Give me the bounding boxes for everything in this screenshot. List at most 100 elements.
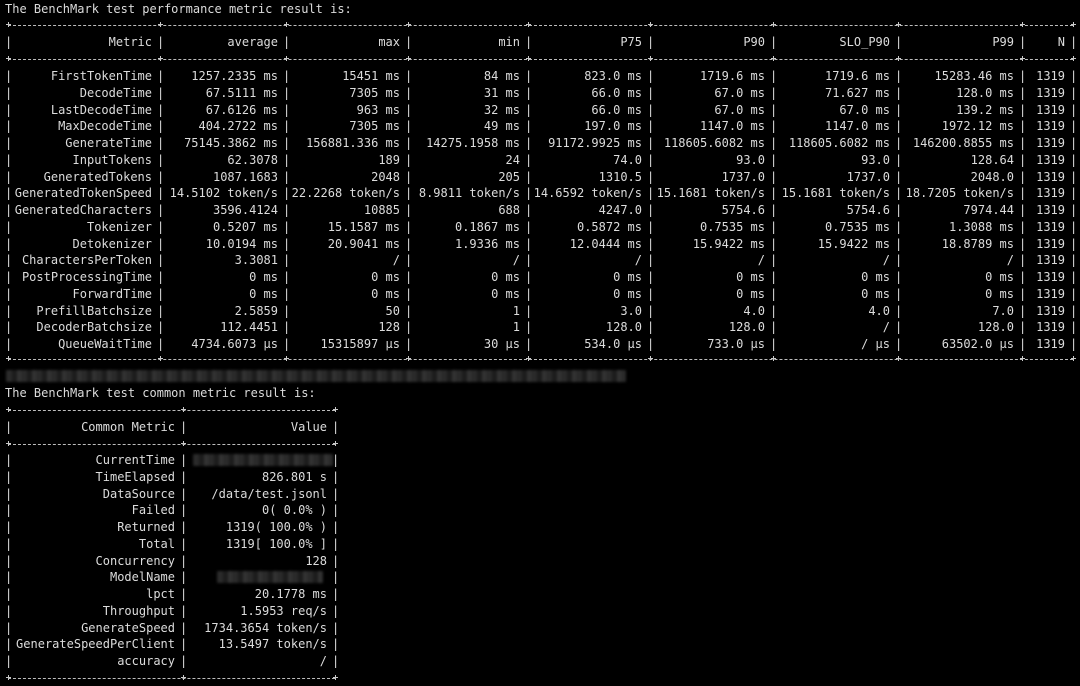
perf-cell: 1319 [1036,219,1065,234]
perf-cell: PrefillBatchsize [36,303,152,318]
perf-cell: 3.3081 [234,253,278,268]
common-border [332,569,339,585]
perf-header-2: max [378,35,400,49]
perf-cell: 20.9041 ms [327,236,400,251]
perf-cell: 0.1867 ms [454,219,520,234]
common-cell: 1319( 100.0% ) [225,520,327,534]
perf-border [1070,135,1077,151]
perf-corner [896,356,901,361]
perf-cell: 1.3088 ms [948,219,1014,234]
perf-corner [1071,22,1076,27]
perf-cell: 128 [378,320,400,335]
perf-separator [8,25,1073,26]
terminal-window[interactable]: The BenchMark test performance metric re… [0,0,1080,686]
perf-cell: 10885 [363,203,400,217]
perf-border [1070,336,1077,352]
perf-cell: / [882,253,890,268]
perf-cell: 67.0 ms [714,102,765,117]
perf-cell: 67.5111 ms [205,85,278,100]
perf-cell: 4.0 [743,303,765,318]
common-redacted-value [217,571,323,584]
common-cell: 1734.3654 token/s [204,620,327,635]
common-cell: 1319[ 100.0% ] [225,536,327,551]
perf-cell: 1319 [1036,270,1065,284]
perf-cell: CharactersPerToken [21,253,152,268]
perf-cell: 156881.336 ms [306,136,400,150]
common-redacted-value [193,454,333,466]
perf-cell: 24 [505,152,520,167]
common-cell: TimeElapsed [95,469,175,484]
perf-cell: / µs [861,337,890,351]
perf-cell: 112.4451 [220,320,278,335]
perf-cell: 118605.6082 ms [663,136,765,150]
perf-header-5: P90 [743,35,765,49]
perf-cell: 128.0 ms [956,85,1014,100]
common-border [332,620,339,636]
perf-cell: 0 ms [861,286,890,301]
perf-cell: 15315897 µs [320,337,400,351]
perf-cell: 18.7205 token/s [905,186,1014,201]
common-cell: 1.5953 req/s [240,603,327,618]
perf-cell: 3.0 [620,303,642,318]
common-cell: DataSource [102,486,175,501]
perf-heading: The BenchMark test performance metric re… [5,2,352,16]
common-cell: / [319,654,327,668]
perf-cell: 146200.8855 ms [912,136,1014,150]
perf-cell: PostProcessingTime [21,270,152,284]
common-corner [6,675,11,680]
perf-cell: 128.0 [605,320,642,335]
perf-cell: MaxDecodeTime [58,119,152,134]
common-border [332,586,339,602]
perf-cell: 0 ms [249,270,278,284]
perf-cell: 84 ms [483,69,520,83]
perf-cell: 5754.6 [846,203,890,217]
perf-border [1070,286,1077,302]
perf-cell: 15283.46 ms [934,69,1014,83]
perf-cell: 0 ms [985,286,1014,301]
perf-cell: 67.0 ms [714,85,765,100]
perf-cell: 1 [512,303,520,318]
redacted-log-line [6,370,626,382]
common-cell: accuracy [117,654,175,668]
perf-header-0: Metric [108,35,152,49]
perf-cell: 0.5207 ms [212,219,278,234]
perf-cell: 1319 [1036,303,1065,318]
common-cell: GenerateSpeedPerClient [16,637,175,652]
common-separator [8,444,335,445]
perf-corner [158,56,163,61]
common-border [180,452,187,468]
perf-cell: GenerateTime [65,136,152,150]
perf-border [1070,236,1077,252]
perf-cell: 3596.4124 [212,203,278,217]
common-separator [8,410,335,411]
perf-cell: 1719.6 ms [824,69,890,83]
perf-cell: 49 ms [483,119,520,134]
perf-cell: 2048 [371,169,400,184]
perf-corner [284,56,289,61]
perf-cell: 8.9811 token/s [418,186,520,201]
perf-cell: 91172.9925 ms [548,136,642,150]
perf-cell: 0.5872 ms [576,219,642,234]
perf-cell: 0 ms [613,270,642,284]
perf-cell: 1972.12 ms [941,119,1014,134]
perf-cell: 63502.0 µs [941,337,1014,351]
perf-cell: InputTokens [72,152,152,167]
perf-cell: 1319 [1036,169,1065,184]
perf-cell: 0 ms [736,286,765,301]
common-cell: Throughput [102,603,175,618]
perf-cell: Tokenizer [86,219,152,234]
common-border [332,519,339,535]
perf-cell: ForwardTime [72,286,152,301]
perf-border [1070,152,1077,168]
perf-cell: / [634,253,642,268]
perf-corner [284,356,289,361]
perf-border [1070,252,1077,268]
perf-border [1070,303,1077,319]
common-cell: Failed [131,503,175,518]
perf-corner [6,22,11,27]
perf-cell: 0.7535 ms [824,219,890,234]
perf-cell: 205 [498,169,520,184]
perf-corner [526,56,531,61]
perf-cell: 118605.6082 ms [788,136,890,150]
perf-cell: 1319 [1036,136,1065,150]
